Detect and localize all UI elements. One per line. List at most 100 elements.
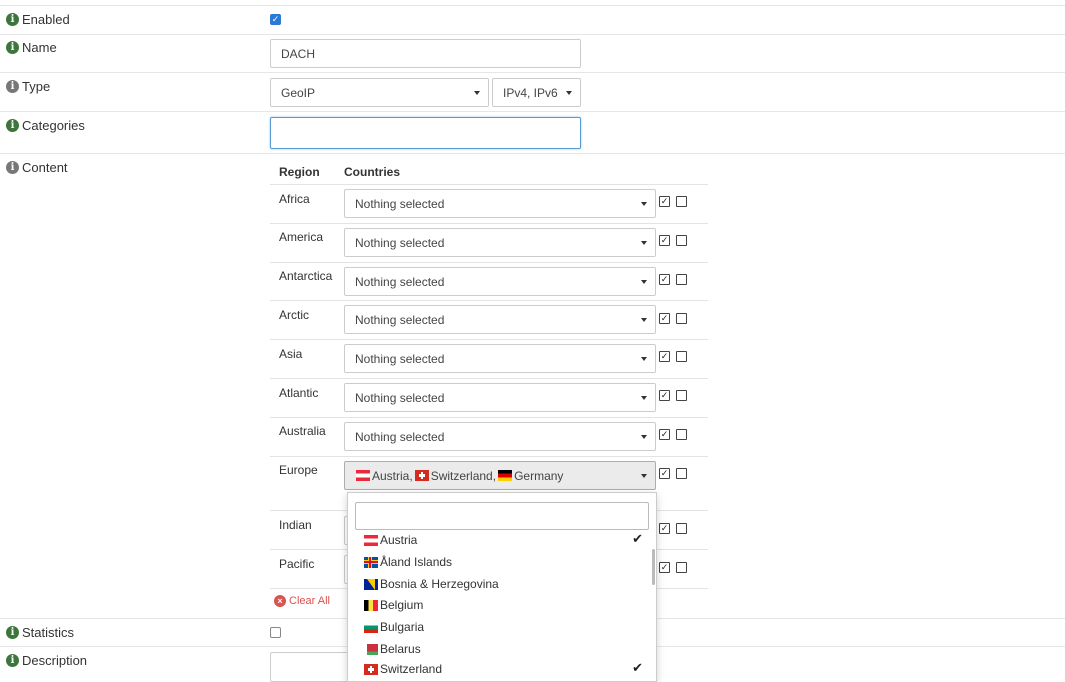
chevron-down-icon <box>641 473 647 478</box>
belgium-flag-icon <box>364 599 378 611</box>
description-label: Description <box>22 653 88 668</box>
region-name: Atlantic <box>279 386 319 400</box>
dropdown-scrollbar[interactable] <box>652 549 655 585</box>
countries-select-value: Nothing selected <box>355 312 445 327</box>
info-icon[interactable]: i <box>6 13 19 26</box>
select-all-checkbox[interactable]: ✓ <box>659 196 670 207</box>
countries-select-europe[interactable]: Austria, Switzerland, Germany <box>344 461 656 490</box>
type-select-value: GeoIP <box>281 85 316 100</box>
dropdown-item-label: Switzerland <box>380 662 443 676</box>
info-icon[interactable]: i <box>6 626 19 639</box>
deselect-all-checkbox[interactable] <box>676 390 687 401</box>
belarus-flag-icon <box>364 643 378 655</box>
row-divider <box>0 5 1065 6</box>
region-name: Arctic <box>279 308 309 322</box>
select-all-checkbox[interactable]: ✓ <box>659 429 670 440</box>
categories-input[interactable] <box>270 117 581 149</box>
categories-label: Categories <box>22 118 85 133</box>
dropdown-item-label: Bosnia & Herzegovina <box>380 577 499 591</box>
info-icon[interactable]: i <box>6 119 19 132</box>
countries-select-value: Nothing selected <box>355 235 445 250</box>
statistics-checkbox[interactable] <box>270 627 281 638</box>
countries-select-arctic[interactable]: Nothing selected <box>344 305 656 334</box>
europe-selected-country: Germany <box>514 468 564 483</box>
protocol-select-value: IPv4, IPv6 <box>503 85 558 100</box>
select-all-checkbox[interactable]: ✓ <box>659 313 670 324</box>
select-all-checkbox[interactable]: ✓ <box>659 351 670 362</box>
deselect-all-checkbox[interactable] <box>676 235 687 246</box>
row-divider <box>0 72 1065 73</box>
select-all-checkbox[interactable]: ✓ <box>659 523 670 534</box>
checkmark-icon: ✔ <box>632 660 643 675</box>
name-label-group: i Name <box>6 40 57 55</box>
table-divider <box>270 300 708 301</box>
deselect-all-checkbox[interactable] <box>676 313 687 324</box>
row-divider <box>0 111 1065 112</box>
close-circle-icon: × <box>274 595 286 607</box>
countries-select-value: Nothing selected <box>355 274 445 289</box>
dropdown-item-label: Belarus <box>380 642 421 656</box>
deselect-all-checkbox[interactable] <box>676 351 687 362</box>
chevron-down-icon <box>641 279 647 284</box>
chevron-down-icon <box>641 434 647 439</box>
dropdown-item-belgium[interactable]: Belgium <box>364 598 423 612</box>
chevron-down-icon <box>474 90 480 95</box>
dropdown-search-input[interactable] <box>355 502 649 530</box>
aland-islands-flag-icon <box>364 556 378 568</box>
dropdown-item-austria[interactable]: Austria <box>364 533 644 547</box>
info-icon[interactable]: i <box>6 161 19 174</box>
enabled-label: Enabled <box>22 12 70 27</box>
clear-all-label: Clear All <box>289 595 330 607</box>
clear-all-link[interactable]: × Clear All <box>274 595 330 607</box>
table-divider <box>270 184 708 185</box>
content-label: Content <box>22 160 68 175</box>
bosnia-herzegovina-flag-icon <box>364 578 378 590</box>
countries-select-australia[interactable]: Nothing selected <box>344 422 656 451</box>
countries-select-africa[interactable]: Nothing selected <box>344 189 656 218</box>
content-label-group: i Content <box>6 160 68 175</box>
chevron-down-icon <box>641 201 647 206</box>
austria-flag-icon <box>364 534 378 546</box>
name-input[interactable]: DACH <box>270 39 581 68</box>
chevron-down-icon <box>566 90 572 95</box>
statistics-label-group: i Statistics <box>6 625 74 640</box>
dropdown-item-label: Bulgaria <box>380 620 425 634</box>
countries-select-america[interactable]: Nothing selected <box>344 228 656 257</box>
deselect-all-checkbox[interactable] <box>676 562 687 573</box>
countries-select-antarctica[interactable]: Nothing selected <box>344 267 656 296</box>
info-icon[interactable]: i <box>6 654 19 667</box>
region-column-header: Region <box>279 165 320 179</box>
deselect-all-checkbox[interactable] <box>676 468 687 479</box>
region-name: Indian <box>279 518 312 532</box>
select-all-checkbox[interactable]: ✓ <box>659 274 670 285</box>
type-select[interactable]: GeoIP <box>270 78 489 107</box>
protocol-select[interactable]: IPv4, IPv6 <box>492 78 581 107</box>
dropdown-item-switzerland[interactable]: Switzerland <box>364 662 442 676</box>
row-divider <box>0 153 1065 154</box>
countries-select-value: Nothing selected <box>355 196 445 211</box>
dropdown-item-belarus[interactable]: Belarus <box>364 642 421 656</box>
select-all-checkbox[interactable]: ✓ <box>659 468 670 479</box>
dropdown-item-bosnia-herzegovina[interactable]: Bosnia & Herzegovina <box>364 577 499 591</box>
select-all-checkbox[interactable]: ✓ <box>659 390 670 401</box>
deselect-all-checkbox[interactable] <box>676 274 687 285</box>
table-divider <box>270 262 708 263</box>
countries-select-asia[interactable]: Nothing selected <box>344 344 656 373</box>
select-all-checkbox[interactable]: ✓ <box>659 562 670 573</box>
table-divider <box>270 417 708 418</box>
deselect-all-checkbox[interactable] <box>676 429 687 440</box>
enabled-checkbox[interactable]: ✓ <box>270 14 281 25</box>
switzerland-flag-icon <box>364 663 378 675</box>
deselect-all-checkbox[interactable] <box>676 523 687 534</box>
info-icon[interactable]: i <box>6 41 19 54</box>
dropdown-item-aland-islands[interactable]: Åland Islands <box>364 555 452 569</box>
info-icon[interactable]: i <box>6 80 19 93</box>
region-name: Africa <box>279 192 310 206</box>
germany-flag-icon <box>498 470 513 481</box>
countries-select-atlantic[interactable]: Nothing selected <box>344 383 656 412</box>
dropdown-item-bulgaria[interactable]: Bulgaria <box>364 620 424 634</box>
select-all-checkbox[interactable]: ✓ <box>659 235 670 246</box>
table-divider <box>270 339 708 340</box>
deselect-all-checkbox[interactable] <box>676 196 687 207</box>
enabled-label-group: i Enabled <box>6 12 70 27</box>
